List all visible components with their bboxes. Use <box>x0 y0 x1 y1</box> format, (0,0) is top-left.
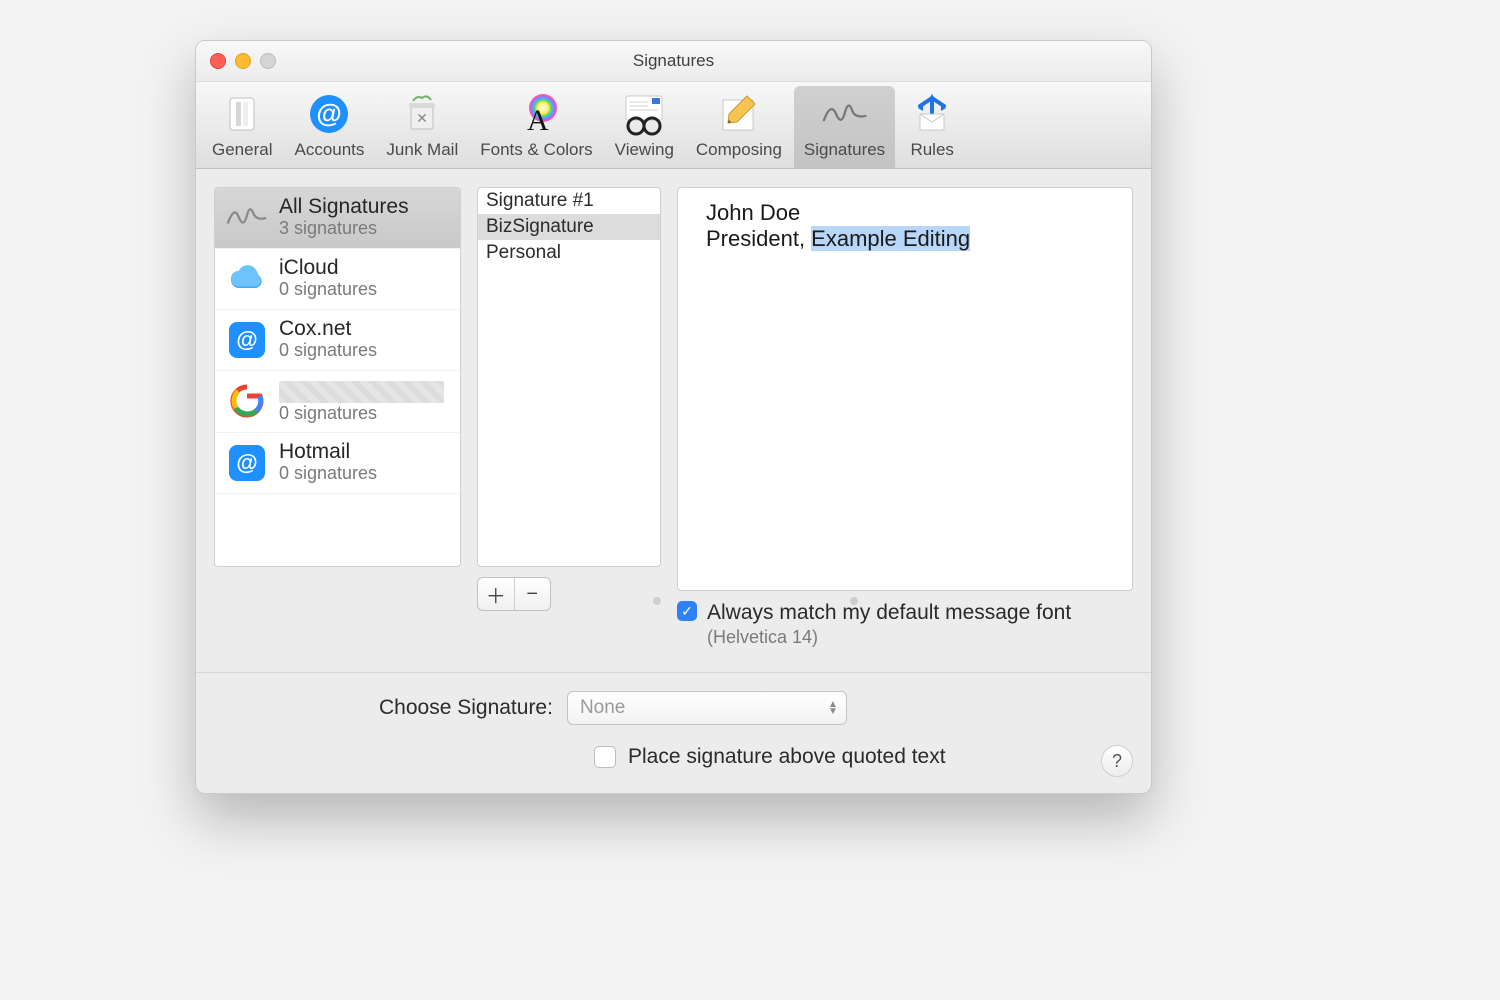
editor-line: President, Example Editing <box>706 226 1104 252</box>
signature-icon <box>820 92 870 136</box>
account-row-hotmail[interactable]: @ Hotmail 0 signatures <box>215 433 460 494</box>
tab-label: Viewing <box>615 140 674 160</box>
glasses-icon <box>619 92 669 136</box>
tab-fonts-colors[interactable]: A Fonts & Colors <box>470 86 602 168</box>
account-sub: 0 signatures <box>279 340 377 361</box>
option-label: Place signature above quoted text <box>628 745 946 769</box>
preferences-window: Signatures General @ Accounts ✕ Junk Mai… <box>195 40 1152 794</box>
help-button[interactable]: ? <box>1101 745 1133 777</box>
accounts-list[interactable]: All Signatures 3 signatures iCloud 0 sig… <box>214 187 461 567</box>
column-resize-handle[interactable] <box>850 597 858 605</box>
account-sub: 0 signatures <box>279 403 444 424</box>
titlebar: Signatures <box>196 41 1151 82</box>
account-row-cox[interactable]: @ Cox.net 0 signatures <box>215 310 460 371</box>
tab-signatures[interactable]: Signatures <box>794 86 895 168</box>
account-name: Hotmail <box>279 441 377 463</box>
svg-text:✕: ✕ <box>416 110 428 126</box>
signature-editor[interactable]: John Doe President, Example Editing <box>677 187 1133 591</box>
account-sub: 0 signatures <box>279 463 377 484</box>
choose-signature-row: Choose Signature: None ▲▼ <box>379 691 847 725</box>
trash-icon: ✕ <box>397 92 447 136</box>
chevron-up-down-icon: ▲▼ <box>828 701 838 715</box>
match-font-option[interactable]: ✓ Always match my default message font (… <box>677 601 1133 648</box>
at-tile-icon: @ <box>225 318 269 362</box>
editor-text: President, <box>706 226 811 251</box>
choose-signature-label: Choose Signature: <box>379 696 553 720</box>
checkbox-unchecked-icon[interactable] <box>594 746 616 768</box>
popup-value: None <box>580 697 625 719</box>
svg-text:@: @ <box>317 98 342 128</box>
preferences-toolbar: General @ Accounts ✕ Junk Mail <box>196 82 1151 169</box>
signature-icon <box>225 196 269 240</box>
account-name: iCloud <box>279 257 377 279</box>
tab-label: Fonts & Colors <box>480 140 592 160</box>
tab-viewing[interactable]: Viewing <box>605 86 684 168</box>
remove-signature-button[interactable]: − <box>515 578 551 610</box>
rules-icon <box>907 92 957 136</box>
signature-item[interactable]: BizSignature <box>478 214 660 240</box>
account-sub: 0 signatures <box>279 279 377 300</box>
minimize-window-button[interactable] <box>235 53 251 69</box>
tab-general[interactable]: General <box>202 86 282 168</box>
zoom-window-button[interactable] <box>260 53 276 69</box>
window-title: Signatures <box>633 51 714 71</box>
google-icon <box>225 379 269 423</box>
tab-label: Junk Mail <box>386 140 458 160</box>
compose-icon <box>714 92 764 136</box>
choose-signature-popup[interactable]: None ▲▼ <box>567 691 847 725</box>
tab-label: Accounts <box>294 140 364 160</box>
window-controls <box>210 53 276 69</box>
signature-item[interactable]: Signature #1 <box>478 188 660 214</box>
column-resize-handle[interactable] <box>653 597 661 605</box>
tab-label: Rules <box>910 140 953 160</box>
account-name-redacted <box>279 381 444 403</box>
tab-label: Signatures <box>804 140 885 160</box>
option-label: Always match my default message font <box>707 601 1071 625</box>
tab-label: General <box>212 140 272 160</box>
account-name: All Signatures <box>279 196 409 218</box>
icloud-icon <box>225 257 269 301</box>
account-name: Cox.net <box>279 318 377 340</box>
divider <box>196 672 1151 673</box>
account-row-google[interactable]: 0 signatures <box>215 371 460 433</box>
add-remove-buttons: ＋ − <box>477 577 551 611</box>
account-row-all[interactable]: All Signatures 3 signatures <box>215 188 460 249</box>
signature-list[interactable]: Signature #1 BizSignature Personal <box>477 187 661 567</box>
checkbox-checked-icon[interactable]: ✓ <box>677 601 697 621</box>
switch-icon <box>217 92 267 136</box>
option-sub: (Helvetica 14) <box>707 627 1071 648</box>
fonts-colors-icon: A <box>511 92 561 136</box>
tab-rules[interactable]: Rules <box>897 86 967 168</box>
bottom-section: Choose Signature: None ▲▼ Place signatur… <box>214 691 1133 775</box>
tab-label: Composing <box>696 140 782 160</box>
signature-item[interactable]: Personal <box>478 240 660 266</box>
tab-composing[interactable]: Composing <box>686 86 792 168</box>
editor-selection: Example Editing <box>811 226 970 251</box>
account-row-icloud[interactable]: iCloud 0 signatures <box>215 249 460 310</box>
tab-junk-mail[interactable]: ✕ Junk Mail <box>376 86 468 168</box>
place-above-option[interactable]: Place signature above quoted text <box>594 745 946 769</box>
account-sub: 3 signatures <box>279 218 409 239</box>
at-circle-icon: @ <box>304 92 354 136</box>
add-signature-button[interactable]: ＋ <box>478 578 515 610</box>
tab-accounts[interactable]: @ Accounts <box>284 86 374 168</box>
tab-body: All Signatures 3 signatures iCloud 0 sig… <box>196 169 1151 793</box>
svg-text:A: A <box>527 104 549 136</box>
at-tile-icon: @ <box>225 441 269 485</box>
editor-line: John Doe <box>706 200 1104 226</box>
close-window-button[interactable] <box>210 53 226 69</box>
